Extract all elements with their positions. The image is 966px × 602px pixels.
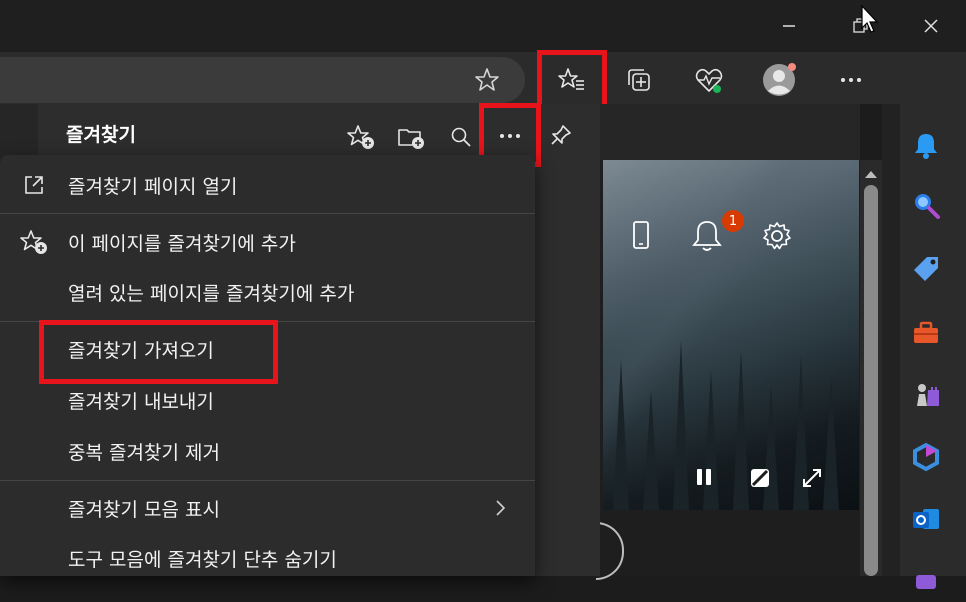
- add-this-page-button[interactable]: [342, 118, 380, 156]
- scrollbar-thumb[interactable]: [864, 185, 878, 576]
- menu-item-label: 즐겨찾기 모음 표시: [68, 498, 220, 521]
- sidebar-outlook-button[interactable]: [903, 496, 949, 542]
- add-favorite-button[interactable]: [464, 57, 510, 103]
- sidebar-shopping-button[interactable]: [903, 246, 949, 292]
- menu-item-label: 중복 즐겨찾기 제거: [68, 441, 220, 464]
- star-add-icon: [0, 219, 68, 265]
- menu-item-label: 이 페이지를 즐겨찾기에 추가: [68, 232, 296, 255]
- search-favorites-button[interactable]: [442, 118, 480, 156]
- phone-icon: [633, 221, 649, 249]
- menu-divider: [0, 213, 535, 214]
- sidebar-partial-icon[interactable]: [903, 556, 949, 602]
- sidebar-divider: [882, 104, 900, 576]
- menu-item-remove-duplicates[interactable]: 중복 즐겨찾기 제거: [0, 428, 535, 474]
- menu-item-show-favorites-bar[interactable]: 즐겨찾기 모음 표시: [0, 485, 535, 531]
- pin-icon: [551, 125, 571, 145]
- purple-app-icon: [916, 575, 936, 589]
- close-button[interactable]: [908, 0, 954, 52]
- blue-bell-icon: [915, 134, 937, 159]
- bell-icon: [692, 221, 722, 251]
- sidebar-microsoft365-button[interactable]: [903, 434, 949, 480]
- open-external-icon: [0, 162, 68, 208]
- outlook-icon: [913, 509, 939, 529]
- menu-item-open-favorites-page[interactable]: 즐겨찾기 페이지 열기: [0, 162, 535, 208]
- title-bar: [0, 0, 966, 52]
- chevron-right-icon: [492, 498, 508, 523]
- sidebar-search-button[interactable]: [903, 182, 949, 228]
- minimize-icon: [783, 25, 795, 27]
- star-outline-icon: [475, 68, 499, 91]
- menu-item-hide-favorites-button[interactable]: 도구 모음에 즐겨찾기 단추 숨기기: [0, 535, 535, 581]
- heart-pulse-icon: [695, 68, 723, 93]
- star-add-icon: [347, 125, 374, 149]
- avatar: [763, 63, 796, 96]
- pause-button[interactable]: [694, 466, 718, 492]
- add-folder-button[interactable]: [392, 118, 430, 156]
- notification-badge: 1: [722, 210, 744, 232]
- sidebar-notifications-button[interactable]: [903, 122, 949, 168]
- pin-pane-button[interactable]: [542, 116, 580, 154]
- page-settings-button[interactable]: [758, 217, 796, 255]
- settings-and-more-button[interactable]: [828, 57, 874, 103]
- highlight-box-import-favorites: [39, 320, 278, 384]
- mouse-cursor-icon: [860, 4, 880, 38]
- expand-button[interactable]: [800, 466, 826, 492]
- highlight-box-favorites: [537, 50, 607, 109]
- menu-item-label: 즐겨찾기 페이지 열기: [68, 175, 238, 198]
- folder-add-icon: [398, 129, 424, 149]
- collections-button[interactable]: [616, 57, 662, 103]
- phone-button[interactable]: [624, 215, 658, 255]
- menu-divider: [0, 480, 535, 481]
- toolbox-icon: [914, 321, 938, 343]
- menu-item-add-this-page[interactable]: 이 페이지를 즐겨찾기에 추가: [0, 219, 535, 265]
- menu-item-label: 열려 있는 페이지를 즐겨찾기에 추가: [68, 282, 355, 305]
- tag-icon: [914, 257, 938, 281]
- browser-essentials-button[interactable]: [686, 57, 732, 103]
- menu-item-label: 즐겨찾기 내보내기: [68, 390, 214, 413]
- chess-piece-icon: [917, 384, 939, 406]
- favorites-title: 즐겨찾기: [66, 124, 136, 146]
- pause-icon: [697, 469, 711, 485]
- gear-icon: [763, 222, 791, 250]
- sidebar-tools-button[interactable]: [903, 310, 949, 356]
- sidebar-games-button[interactable]: [903, 372, 949, 418]
- search-icon: [915, 194, 940, 219]
- image-info-button[interactable]: [748, 466, 774, 492]
- scroll-up-icon[interactable]: [863, 165, 879, 184]
- image-edit-icon: [751, 469, 769, 487]
- collections-icon: [628, 69, 650, 91]
- close-icon: [924, 19, 938, 33]
- minimize-button[interactable]: [766, 0, 812, 52]
- ellipsis-icon: [841, 78, 861, 82]
- expand-icon: [803, 469, 821, 487]
- magnifier-icon: [451, 127, 471, 147]
- menu-item-add-open-pages[interactable]: 열려 있는 페이지를 즐겨찾기에 추가: [0, 269, 535, 315]
- address-bar[interactable]: [0, 57, 525, 103]
- notifications-button[interactable]: 1: [688, 210, 744, 256]
- menu-item-label: 도구 모음에 즐겨찾기 단추 숨기기: [68, 548, 337, 571]
- profile-button[interactable]: [756, 57, 802, 103]
- microsoft365-icon: [913, 442, 939, 472]
